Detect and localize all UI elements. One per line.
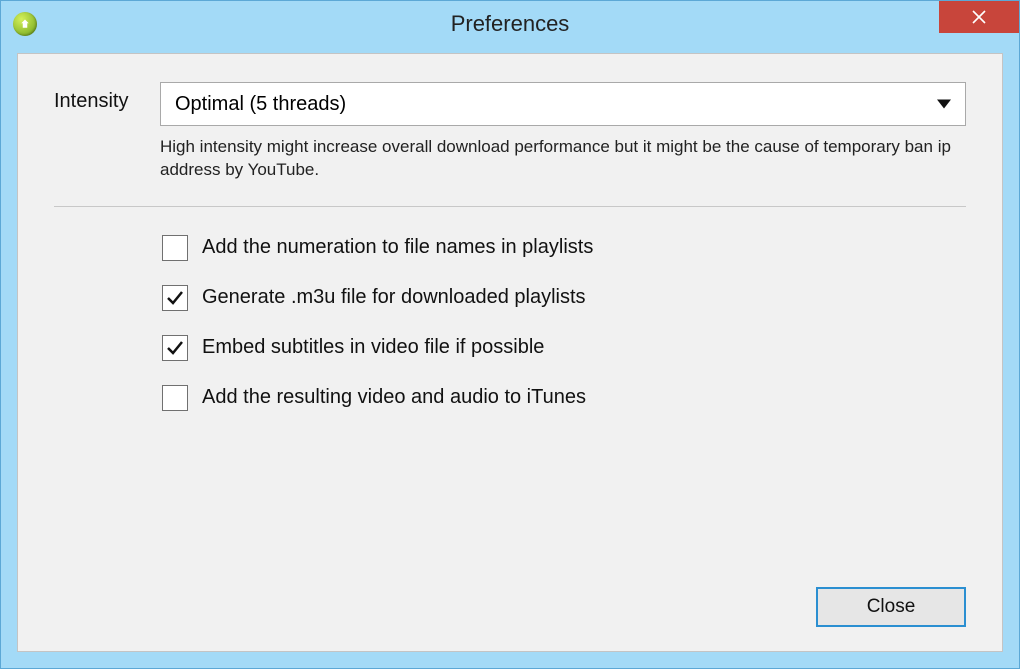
check-icon xyxy=(166,339,184,357)
check-icon xyxy=(166,289,184,307)
content-panel: Intensity Optimal (5 threads) High inten… xyxy=(17,53,1003,652)
chevron-down-icon xyxy=(937,93,951,116)
checkbox-numeration[interactable] xyxy=(162,235,188,261)
checkbox-generate-m3u[interactable] xyxy=(162,285,188,311)
check-icon xyxy=(166,239,184,257)
check-icon xyxy=(166,389,184,407)
option-numeration[interactable]: Add the numeration to file names in play… xyxy=(162,235,966,261)
intensity-controls: Optimal (5 threads) High intensity might… xyxy=(160,82,966,182)
option-numeration-label: Add the numeration to file names in play… xyxy=(202,236,593,259)
option-add-itunes[interactable]: Add the resulting video and audio to iTu… xyxy=(162,385,966,411)
window-title: Preferences xyxy=(451,11,570,37)
close-button-label: Close xyxy=(867,596,916,618)
intensity-row: Intensity Optimal (5 threads) High inten… xyxy=(54,82,966,182)
divider xyxy=(54,206,966,207)
option-generate-m3u-label: Generate .m3u file for downloaded playli… xyxy=(202,286,586,309)
close-button[interactable]: Close xyxy=(816,587,966,627)
intensity-hint: High intensity might increase overall do… xyxy=(160,136,966,182)
intensity-selected-value: Optimal (5 threads) xyxy=(175,93,346,116)
option-generate-m3u[interactable]: Generate .m3u file for downloaded playli… xyxy=(162,285,966,311)
preferences-window: Preferences Intensity Optimal (5 threads… xyxy=(0,0,1020,669)
intensity-select[interactable]: Optimal (5 threads) xyxy=(160,82,966,126)
intensity-label: Intensity xyxy=(54,82,142,113)
checkbox-embed-subs[interactable] xyxy=(162,335,188,361)
checkbox-add-itunes[interactable] xyxy=(162,385,188,411)
app-icon xyxy=(13,12,37,36)
options-group: Add the numeration to file names in play… xyxy=(162,235,966,411)
option-embed-subs-label: Embed subtitles in video file if possibl… xyxy=(202,336,544,359)
close-icon xyxy=(972,10,986,24)
option-add-itunes-label: Add the resulting video and audio to iTu… xyxy=(202,386,586,409)
window-close-button[interactable] xyxy=(939,1,1019,33)
footer: Close xyxy=(816,587,966,627)
titlebar: Preferences xyxy=(1,1,1019,47)
option-embed-subs[interactable]: Embed subtitles in video file if possibl… xyxy=(162,335,966,361)
